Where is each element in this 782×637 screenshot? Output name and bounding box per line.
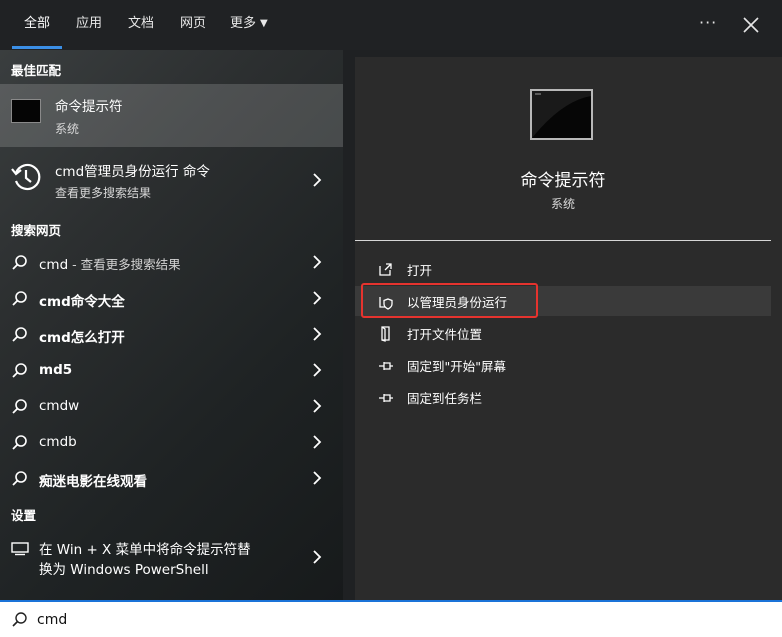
chevron-right-icon[interactable]: [311, 399, 323, 413]
tab-label: 文档: [127, 16, 154, 31]
pin-icon: [379, 394, 393, 402]
app-subtitle: 系统: [550, 197, 575, 211]
folder-icon: [381, 326, 390, 342]
terminal-icon: [11, 99, 41, 123]
tab-web[interactable]: 网页: [176, 0, 210, 50]
settings-heading: 设置: [11, 508, 37, 523]
top-bar: 全部 应用 文档 网页 更多 ▼ ···: [0, 0, 782, 50]
search-bar: [0, 600, 782, 637]
web-result-label: cmdw: [39, 398, 80, 414]
tab-label: 全部: [23, 16, 50, 31]
history-icon: [11, 163, 41, 191]
pin-icon: [379, 362, 393, 370]
active-tab-indicator: [12, 46, 62, 49]
best-match-subtitle: 系统: [55, 122, 80, 136]
tab-label: 更多: [230, 16, 257, 31]
open-action[interactable]: 打开: [355, 254, 771, 284]
divider: [355, 240, 771, 241]
action-label: 固定到任务栏: [407, 391, 483, 406]
search-icon: [12, 327, 27, 342]
chevron-right-icon[interactable]: [311, 173, 323, 187]
web-result-label: cmd - 查看更多搜索结果: [39, 254, 181, 273]
monitor-icon: [11, 542, 29, 556]
terminal-icon: [530, 89, 593, 140]
search-input[interactable]: [37, 609, 737, 631]
search-icon: [12, 255, 27, 270]
open-file-location-action[interactable]: 打开文件位置: [355, 318, 771, 348]
web-query-suffix: - 查看更多搜索结果: [68, 257, 181, 272]
chevron-right-icon[interactable]: [311, 363, 323, 377]
tab-more[interactable]: 更多 ▼: [230, 0, 280, 50]
tab-documents[interactable]: 文档: [124, 0, 158, 50]
search-icon: [12, 435, 27, 450]
action-label: 打开: [407, 263, 433, 278]
chevron-right-icon[interactable]: [311, 550, 323, 564]
web-result-label: cmdb: [39, 434, 77, 450]
search-icon: [12, 363, 27, 378]
pin-to-taskbar-action[interactable]: 固定到任务栏: [355, 382, 771, 412]
history-subtitle: 查看更多搜索结果: [55, 186, 152, 200]
search-icon: [12, 291, 27, 306]
pin-to-start-action[interactable]: 固定到"开始"屏幕: [355, 350, 771, 380]
chevron-right-icon[interactable]: [311, 471, 323, 485]
action-label: 固定到"开始"屏幕: [407, 359, 506, 374]
chevron-right-icon[interactable]: [311, 291, 323, 305]
chevron-right-icon[interactable]: [311, 435, 323, 449]
chevron-right-icon[interactable]: [311, 327, 323, 341]
chevron-right-icon[interactable]: [311, 255, 323, 269]
open-icon: [379, 263, 392, 276]
history-title: cmd管理员身份运行 命令: [55, 164, 210, 180]
tab-all[interactable]: 全部: [12, 0, 62, 50]
tab-label: 网页: [179, 16, 206, 31]
best-match-heading: 最佳匹配: [11, 63, 62, 78]
action-label: 打开文件位置: [407, 327, 483, 342]
web-result-label: 痴迷电影在线观看: [39, 474, 147, 490]
best-match-title: 命令提示符: [55, 99, 123, 115]
web-result-label: cmd怎么打开: [39, 330, 125, 346]
search-icon: [12, 612, 27, 627]
search-icon: [12, 471, 27, 486]
terminal-glare: [532, 91, 591, 138]
close-icon[interactable]: [741, 15, 761, 35]
web-result-label: cmd命令大全: [39, 294, 125, 310]
web-query: cmd: [39, 257, 69, 273]
search-web-heading: 搜索网页: [11, 223, 62, 238]
search-icon: [12, 399, 27, 414]
settings-line-2: 换为 Windows PowerShell: [39, 562, 209, 578]
tab-label: 应用: [75, 16, 102, 31]
app-title: 命令提示符: [520, 171, 606, 191]
web-result-label: md5: [39, 362, 73, 378]
chevron-down-icon: ▼: [260, 18, 268, 29]
best-match-item[interactable]: [0, 84, 343, 147]
settings-line-1: 在 Win + X 菜单中将命令提示符替: [39, 542, 251, 558]
tab-apps[interactable]: 应用: [72, 0, 106, 50]
ellipsis-icon[interactable]: ···: [699, 0, 717, 50]
highlight-annotation: [361, 283, 538, 318]
